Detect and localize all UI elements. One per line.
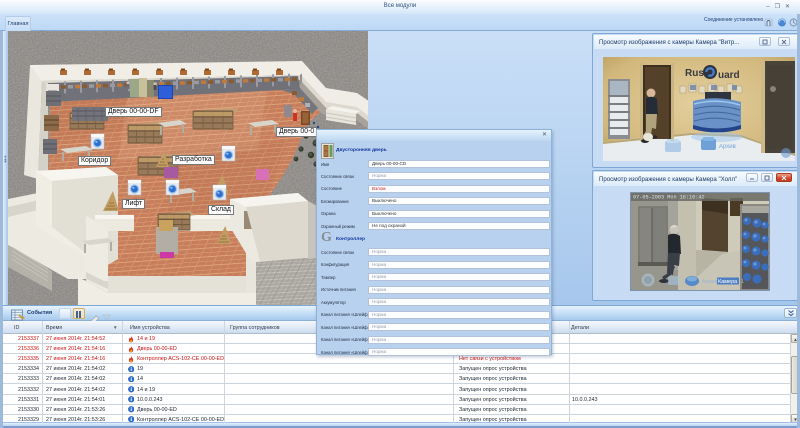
svg-text:07-05-2003 Mon 16:10:42: 07-05-2003 Mon 16:10:42 (633, 195, 705, 201)
svg-text:G: G (321, 230, 332, 243)
svg-text:Архив: Архив (719, 144, 736, 150)
svg-text:Камера: Камера (718, 279, 738, 285)
svg-text:1: 1 (741, 279, 744, 285)
svg-text:Rus: Rus (685, 68, 704, 79)
svg-text:Архив: Архив (702, 279, 717, 285)
svg-text:uard: uard (718, 70, 740, 81)
